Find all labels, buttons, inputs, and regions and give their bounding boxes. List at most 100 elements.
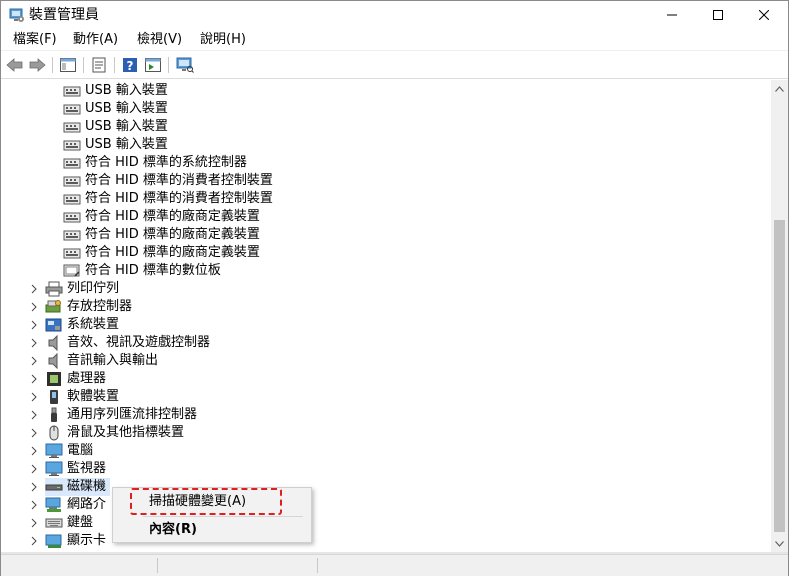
tree-category[interactable]: 軟體裝置 [45, 388, 119, 406]
expand-chevron-icon[interactable] [29, 406, 39, 424]
scroll-up-icon[interactable] [771, 80, 788, 97]
back-button[interactable] [5, 55, 25, 75]
scan-hardware-changes-menu-item[interactable]: 掃描硬體變更(A) [113, 490, 311, 514]
status-bar [1, 554, 788, 576]
properties-menu-item[interactable]: 內容(R) [113, 518, 311, 542]
tree-category[interactable]: 通用序列匯流排控制器 [45, 406, 197, 424]
tree-item[interactable]: 符合 HID 標準的系統控制器 [63, 154, 247, 172]
system-device-icon [45, 317, 63, 333]
network-adapter-icon [45, 497, 63, 513]
toolbar-separator [83, 57, 84, 73]
expand-chevron-icon[interactable] [29, 298, 39, 316]
scrollbar-thumb[interactable] [774, 220, 785, 532]
tree-category-label: 音效、視訊及遊戲控制器 [67, 335, 211, 350]
hid-device-icon [63, 83, 81, 99]
tree-category-label: 滑鼠及其他指標裝置 [67, 425, 185, 440]
tree-item[interactable]: USB 輸入裝置 [63, 118, 168, 136]
toolbar-separator [52, 57, 53, 73]
computer-icon [45, 443, 63, 459]
tree-category[interactable]: 鍵盤 [45, 514, 93, 532]
show-hide-tree-button[interactable] [58, 55, 78, 75]
tree-item[interactable]: 符合 HID 標準的消費者控制裝置 [63, 172, 273, 190]
tree-category[interactable]: 音效、視訊及遊戲控制器 [45, 334, 210, 352]
forward-button[interactable] [27, 55, 47, 75]
expand-chevron-icon[interactable] [29, 280, 39, 298]
expand-chevron-icon[interactable] [29, 532, 39, 550]
tree-item-label: 符合 HID 標準的廠商定義裝置 [85, 245, 260, 260]
menu-help[interactable]: 說明(H) [198, 31, 248, 49]
menu-bar: 檔案(F) 動作(A) 檢視(V) 說明(H) [1, 29, 788, 51]
expand-chevron-icon[interactable] [29, 316, 39, 334]
device-manager-icon [9, 7, 25, 23]
vertical-scrollbar[interactable] [771, 80, 788, 552]
expand-chevron-icon[interactable] [29, 424, 39, 442]
tree-item-label: 符合 HID 標準的廠商定義裝置 [85, 209, 260, 224]
tree-item-label: USB 輸入裝置 [85, 101, 168, 116]
tree-item[interactable]: USB 輸入裝置 [63, 136, 168, 154]
help-icon[interactable]: ? [120, 55, 140, 75]
scan-hardware-icon[interactable] [175, 55, 195, 75]
expand-chevron-icon[interactable] [29, 442, 39, 460]
tree-item[interactable]: 符合 HID 標準的數位板 [63, 262, 221, 280]
tree-category[interactable]: 顯示卡 [45, 532, 106, 550]
processor-icon [45, 371, 63, 387]
tree-item[interactable]: 符合 HID 標準的廠商定義裝置 [63, 208, 260, 226]
menu-action[interactable]: 動作(A) [71, 31, 120, 49]
tree-item-label: USB 輸入裝置 [85, 83, 168, 98]
tree-category-label: 音訊輸入與輸出 [67, 353, 159, 368]
scroll-down-icon[interactable] [771, 535, 788, 552]
hid-device-icon [63, 119, 81, 135]
tree-category[interactable]: 滑鼠及其他指標裝置 [45, 424, 184, 442]
tree-category-selected[interactable]: 磁碟機 [45, 478, 111, 496]
tablet-icon [63, 263, 81, 279]
menu-separator [143, 516, 303, 517]
expand-chevron-icon[interactable] [29, 370, 39, 388]
tree-item[interactable]: 符合 HID 標準的廠商定義裝置 [63, 226, 260, 244]
action-pane-button[interactable] [143, 55, 163, 75]
tree-item[interactable]: 符合 HID 標準的消費者控制裝置 [63, 190, 273, 208]
expand-chevron-icon[interactable] [29, 478, 39, 496]
expand-chevron-icon[interactable] [29, 334, 39, 352]
tree-category[interactable]: 監視器 [45, 460, 106, 478]
disk-drive-icon [45, 479, 63, 495]
hid-device-icon [63, 173, 81, 189]
tree-item-label: 符合 HID 標準的消費者控制裝置 [85, 191, 273, 206]
expand-chevron-icon[interactable] [29, 388, 39, 406]
close-button[interactable] [741, 1, 787, 29]
tree-category-label: 網路介 [67, 497, 107, 512]
tree-item-label: 符合 HID 標準的系統控制器 [85, 155, 247, 170]
expand-chevron-icon[interactable] [29, 460, 39, 478]
tree-category-label: 顯示卡 [67, 533, 107, 548]
device-manager-window: 裝置管理員 檔案(F) 動作(A) 檢視(V) 說明(H) ? USB 輸入裝置… [0, 0, 789, 576]
tree-category-label: 監視器 [67, 461, 107, 476]
tree-category[interactable]: 系統裝置 [45, 316, 119, 334]
tree-category[interactable]: 網路介 [45, 496, 106, 514]
hid-device-icon [63, 137, 81, 153]
hid-device-icon [63, 209, 81, 225]
tree-category[interactable]: 電腦 [45, 442, 93, 460]
speaker-icon [45, 353, 63, 369]
device-tree[interactable]: USB 輸入裝置 USB 輸入裝置 USB 輸入裝置 USB 輸入裝置 符合 H… [5, 80, 771, 550]
minimize-button[interactable] [649, 1, 695, 29]
maximize-button[interactable] [695, 1, 741, 29]
hid-device-icon [63, 191, 81, 207]
tree-item[interactable]: USB 輸入裝置 [63, 82, 168, 100]
menu-file[interactable]: 檔案(F) [11, 31, 59, 49]
hid-device-icon [63, 245, 81, 261]
tree-item[interactable]: USB 輸入裝置 [63, 100, 168, 118]
monitor-icon [45, 461, 63, 477]
context-menu: 掃描硬體變更(A) 內容(R) [112, 487, 312, 543]
properties-button[interactable] [89, 55, 109, 75]
menu-view[interactable]: 檢視(V) [135, 31, 184, 49]
tree-category[interactable]: 列印佇列 [45, 280, 119, 298]
expand-chevron-icon[interactable] [29, 514, 39, 532]
tree-category[interactable]: 存放控制器 [45, 298, 132, 316]
tree-category[interactable]: 處理器 [45, 370, 106, 388]
tree-category-label: 系統裝置 [67, 317, 120, 332]
tree-item[interactable]: 符合 HID 標準的廠商定義裝置 [63, 244, 260, 262]
storage-controller-icon [45, 299, 63, 315]
tree-category-label: 列印佇列 [67, 281, 120, 296]
tree-category[interactable]: 音訊輸入與輸出 [45, 352, 158, 370]
expand-chevron-icon[interactable] [29, 352, 39, 370]
expand-chevron-icon[interactable] [29, 496, 39, 514]
